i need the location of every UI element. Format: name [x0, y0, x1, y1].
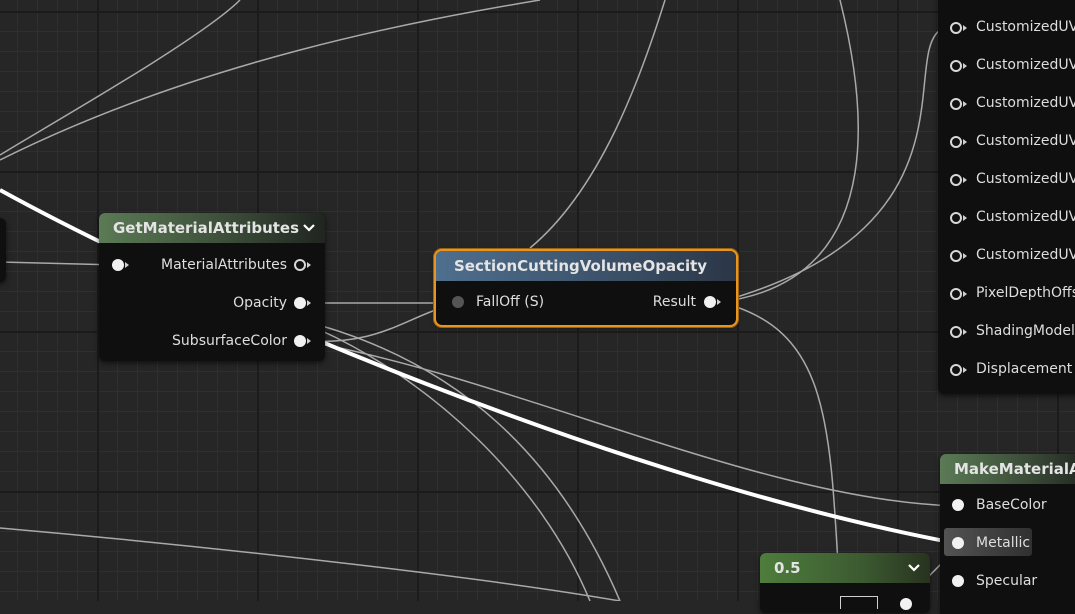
pin-label: CustomizedUV: [976, 19, 1075, 35]
pin-arrow-icon: [963, 291, 967, 297]
pin-label-specular: Specular: [976, 573, 1038, 589]
output-pin[interactable]: [900, 598, 912, 610]
pin-label: CustomizedUV: [976, 209, 1075, 225]
pin-arrow-icon: [125, 262, 129, 268]
input-pin[interactable]: [950, 212, 962, 224]
get-material-attributes-node[interactable]: GetMaterialAttributes MaterialAttributes…: [99, 213, 325, 361]
wire: [304, 302, 456, 343]
value-preview-box: [840, 596, 878, 609]
constant-node[interactable]: 0.5: [760, 553, 930, 613]
pin-arrow-icon: [307, 338, 311, 344]
input-pin[interactable]: [950, 98, 962, 110]
wire: [529, 0, 666, 249]
pin-label: CustomizedUV: [976, 57, 1075, 73]
pin-label: CustomizedUV: [976, 171, 1075, 187]
pin-arrow-icon: [717, 299, 721, 305]
pin-label-result: Result: [652, 294, 696, 310]
input-pin[interactable]: [112, 259, 124, 271]
input-pin[interactable]: [950, 136, 962, 148]
pin-arrow-icon: [963, 215, 967, 221]
node-header[interactable]: GetMaterialAttributes: [99, 213, 325, 243]
pin-label: CustomizedUV: [976, 247, 1075, 263]
chevron-down-icon[interactable]: [301, 213, 317, 243]
output-pin-result[interactable]: [704, 296, 716, 308]
input-pin-specular[interactable]: [952, 575, 964, 587]
pin-arrow-icon: [963, 63, 967, 69]
pin-label-metallic: Metallic: [976, 535, 1031, 551]
pin-label-subsurface-color: SubsurfaceColor: [172, 333, 287, 349]
wire: [0, 0, 541, 161]
node-header[interactable]: 0.5: [760, 553, 930, 583]
pin-label: CustomizedUV: [976, 95, 1075, 111]
input-pin-metallic[interactable]: [952, 537, 964, 549]
pin-arrow-icon: [963, 139, 967, 145]
pin-arrow-icon: [963, 329, 967, 335]
node-title: SectionCuttingVolumeOpacity: [454, 257, 708, 275]
pin-arrow-icon: [307, 300, 311, 306]
input-pin-base-color[interactable]: [952, 499, 964, 511]
wire: [319, 329, 591, 601]
node-header[interactable]: MakeMaterialAt: [940, 454, 1075, 484]
input-pin-falloff[interactable]: [452, 296, 464, 308]
pin-label-opacity: Opacity: [233, 295, 287, 311]
pin-label: Displacement: [976, 361, 1073, 377]
pin-arrow-icon: [963, 101, 967, 107]
chevron-down-icon[interactable]: [906, 553, 922, 583]
output-pin-opacity[interactable]: [294, 297, 306, 309]
pin-arrow-icon: [963, 367, 967, 373]
wire: [299, 319, 621, 601]
input-pin[interactable]: [950, 250, 962, 262]
pin-label: PixelDepthOffs: [976, 285, 1075, 301]
material-output-node[interactable]: CustomizedUV CustomizedUV CustomizedUV Cust…: [938, 0, 1075, 394]
pin-arrow-icon: [963, 177, 967, 183]
wire: [719, 29, 941, 303]
node-title: 0.5: [774, 559, 801, 577]
pin-label: ShadingModel: [976, 323, 1075, 339]
wire: [719, 0, 859, 303]
pin-arrow-icon: [963, 25, 967, 31]
node-header[interactable]: SectionCuttingVolumeOpacity: [436, 251, 736, 281]
partial-node-left[interactable]: [0, 218, 6, 282]
pin-label-falloff: FallOff (S): [476, 294, 545, 310]
node-title: GetMaterialAttributes: [113, 219, 300, 237]
node-title: MakeMaterialAt: [954, 460, 1075, 478]
wire: [304, 340, 956, 507]
output-pin-material-attributes[interactable]: [294, 259, 306, 271]
pin-label-base-color: BaseColor: [976, 497, 1047, 513]
output-pin-subsurface-color[interactable]: [294, 335, 306, 347]
section-cutting-volume-opacity-node[interactable]: SectionCuttingVolumeOpacity FallOff (S) …: [434, 249, 738, 327]
input-pin[interactable]: [950, 60, 962, 72]
pin-arrow-icon: [963, 253, 967, 259]
make-material-attributes-node[interactable]: MakeMaterialAt BaseColor Metallic Specul…: [940, 454, 1075, 614]
input-pin[interactable]: [950, 288, 962, 300]
pin-arrow-icon: [307, 262, 311, 268]
input-pin[interactable]: [950, 364, 962, 376]
pin-label-material-attributes: MaterialAttributes: [161, 257, 287, 273]
wire: [0, 527, 621, 601]
input-pin[interactable]: [950, 22, 962, 34]
input-pin[interactable]: [950, 174, 962, 186]
input-pin[interactable]: [950, 326, 962, 338]
pin-label: CustomizedUV: [976, 133, 1075, 149]
